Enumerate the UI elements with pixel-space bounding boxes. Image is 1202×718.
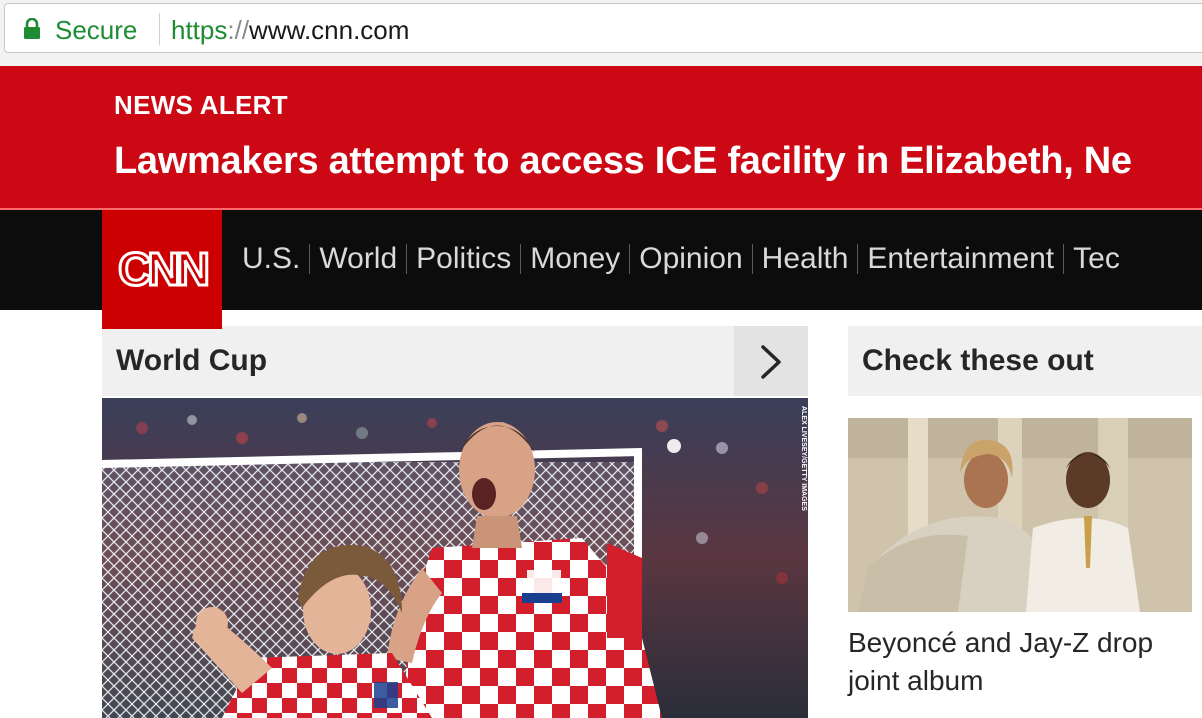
url-text[interactable]: https://www.cnn.com xyxy=(171,15,409,46)
world-cup-header[interactable]: World Cup xyxy=(102,326,734,396)
nav-item-entertainment[interactable]: Entertainment xyxy=(867,242,1054,276)
story-caption[interactable]: Beyoncé and Jay-Z drop joint album xyxy=(848,624,1188,700)
nav-item-world[interactable]: World xyxy=(319,242,397,276)
secure-label: Secure xyxy=(55,15,138,45)
world-cup-image: ALEX LIVESEY/GETTY IMAGES xyxy=(102,398,808,718)
nav-separator xyxy=(309,244,311,274)
url-separator: :// xyxy=(227,15,250,45)
world-cup-next-button[interactable] xyxy=(734,326,808,396)
nav-item-money[interactable]: Money xyxy=(530,242,620,276)
news-alert-label: NEWS ALERT xyxy=(114,90,288,120)
browser-toolbar: Secure https://www.cnn.com xyxy=(0,0,1202,66)
world-cup-title[interactable]: World Cup xyxy=(116,344,267,378)
cnn-logo-mark: CNN xyxy=(117,244,210,296)
nav-separator xyxy=(857,244,859,274)
nav-separator xyxy=(1063,244,1065,274)
nav-separator xyxy=(520,244,522,274)
omnibox-divider xyxy=(159,13,160,45)
nav-item-us[interactable]: U.S. xyxy=(242,242,300,276)
nav-item-politics[interactable]: Politics xyxy=(416,242,511,276)
story-thumbnail[interactable] xyxy=(848,418,1192,612)
nav-separator xyxy=(751,244,753,274)
world-cup-photo[interactable]: ALEX LIVESEY/GETTY IMAGES xyxy=(102,398,808,718)
news-alert-headline[interactable]: Lawmakers attempt to access ICE facility… xyxy=(114,140,1132,183)
check-these-out-title: Check these out xyxy=(862,344,1094,377)
chevron-right-icon xyxy=(761,345,781,379)
cnn-logo-text: CNN xyxy=(118,244,207,295)
url-scheme: https xyxy=(171,15,228,45)
nav-separator xyxy=(629,244,631,274)
nav-items: U.S. World Politics Money Opinion Health… xyxy=(242,242,1120,276)
address-bar[interactable]: Secure https://www.cnn.com xyxy=(4,3,1202,53)
lock-icon xyxy=(24,18,40,39)
nav-item-health[interactable]: Health xyxy=(762,242,849,276)
story-thumbnail-image xyxy=(848,418,1192,612)
nav-separator xyxy=(406,244,408,274)
url-host: www.cnn.com xyxy=(249,15,410,45)
photo-credit: ALEX LIVESEY/GETTY IMAGES xyxy=(800,406,807,511)
cnn-logo[interactable]: CNN xyxy=(102,210,222,329)
nav-item-tech[interactable]: Tec xyxy=(1073,242,1120,276)
news-alert-banner[interactable]: NEWS ALERT Lawmakers attempt to access I… xyxy=(0,66,1202,209)
check-these-out-header: Check these out xyxy=(848,326,1202,396)
nav-item-opinion[interactable]: Opinion xyxy=(639,242,742,276)
